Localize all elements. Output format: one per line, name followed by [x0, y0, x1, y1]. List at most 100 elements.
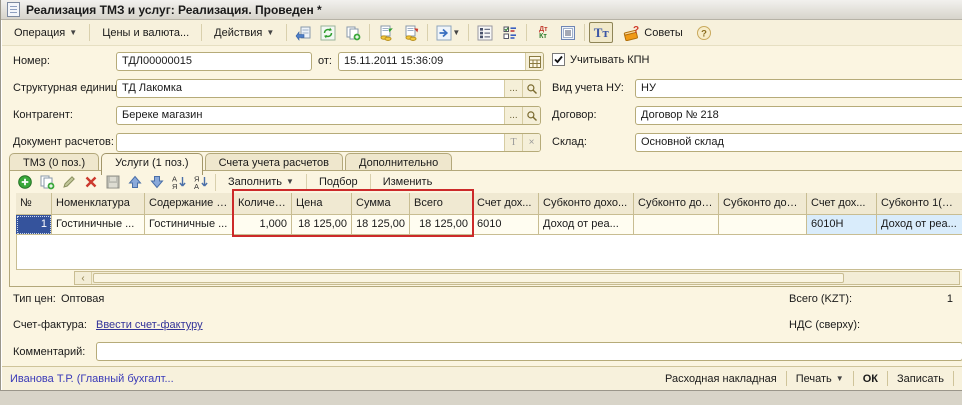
money-in-button[interactable]: [374, 22, 398, 43]
font-format-button[interactable]: Тт: [589, 22, 613, 43]
consignment-note-button[interactable]: Расходная накладная: [656, 373, 786, 385]
column-header[interactable]: Количес...: [234, 193, 292, 215]
column-header[interactable]: Сумма: [352, 193, 410, 215]
column-header[interactable]: Субконто 1(НУ): [877, 193, 962, 215]
edit-row-button[interactable]: [58, 173, 79, 191]
nu-kind-field[interactable]: НУ: [635, 79, 962, 98]
prices-currency-button[interactable]: Цены и валюта...: [94, 23, 197, 43]
help-button[interactable]: ?: [692, 22, 716, 43]
create-invoice-link[interactable]: Ввести счет-фактуру: [96, 319, 203, 331]
table-cell[interactable]: 18 125,00: [352, 215, 410, 235]
column-header[interactable]: Счет дох...: [473, 193, 539, 215]
table-cell[interactable]: [719, 215, 807, 235]
table-cell[interactable]: [634, 215, 719, 235]
contract-field[interactable]: Договор № 218: [635, 106, 962, 125]
column-header[interactable]: Субконто дохо...: [719, 193, 807, 215]
date-field[interactable]: 15.11.2011 15:36:09: [338, 52, 544, 71]
table-cell[interactable]: Гостиничные ...: [52, 215, 145, 235]
column-header[interactable]: Всего: [410, 193, 473, 215]
move-up-button[interactable]: [124, 173, 145, 191]
clear-button[interactable]: ×: [522, 134, 540, 151]
checkbox-list-icon: [502, 25, 518, 41]
table-cell[interactable]: Доход от реа...: [539, 215, 634, 235]
add-row-button[interactable]: [14, 173, 35, 191]
actions-button[interactable]: Действия▼: [206, 23, 282, 43]
column-header[interactable]: Субконто дохо...: [539, 193, 634, 215]
date-label: от:: [318, 55, 332, 67]
refresh-icon: [320, 25, 336, 41]
pick-label: Подбор: [319, 176, 358, 188]
table-cell[interactable]: 18 125,00: [410, 215, 473, 235]
counterparty-value: Береке магазин: [117, 107, 504, 124]
scrollbar-thumb[interactable]: [93, 273, 844, 283]
print-button[interactable]: Печать▼: [787, 373, 853, 385]
save-button[interactable]: Записать: [888, 373, 953, 385]
document-coins-in-icon: [378, 25, 394, 41]
change-button[interactable]: Изменить: [375, 172, 441, 192]
calendar-button[interactable]: [525, 53, 543, 70]
refresh-button[interactable]: [316, 22, 340, 43]
svg-text:А: А: [194, 182, 199, 190]
copy-button[interactable]: [341, 22, 365, 43]
goto-button[interactable]: ▼: [432, 22, 464, 43]
table-cell[interactable]: 1,000: [234, 215, 292, 235]
table-cell[interactable]: 6010: [473, 215, 539, 235]
comment-field[interactable]: [96, 342, 962, 361]
table-cell[interactable]: 18 125,00: [292, 215, 352, 235]
column-header[interactable]: Номенклатура: [52, 193, 145, 215]
column-header[interactable]: Субконто дохо...: [634, 193, 719, 215]
font-icon: Тт: [594, 25, 609, 41]
move-down-button[interactable]: [146, 173, 167, 191]
scroll-left-button[interactable]: ‹: [75, 272, 92, 284]
choose-button[interactable]: ...: [504, 80, 522, 97]
table-header-row: №НоменклатураСодержание у...Количес...Це…: [16, 193, 962, 215]
sort-descending-button[interactable]: ЯА: [190, 173, 211, 191]
table-row[interactable]: 1Гостиничные ...Гостиничные ...1,00018 1…: [16, 215, 962, 235]
column-header[interactable]: Счет дох...: [807, 193, 877, 215]
table-cell[interactable]: Гостиничные ...: [145, 215, 234, 235]
table-cell[interactable]: 6010Н: [807, 215, 877, 235]
number-field[interactable]: ТДЛ00000015: [116, 52, 312, 71]
fill-button[interactable]: Заполнить▼: [220, 172, 302, 192]
counterparty-field[interactable]: Береке магазин ...: [116, 106, 541, 125]
clear-icon: ×: [529, 137, 535, 148]
settings-list-button[interactable]: [498, 22, 522, 43]
structural-unit-field[interactable]: ТД Лакомка ...: [116, 79, 541, 98]
dtkt-button[interactable]: ДтКт: [531, 22, 555, 43]
advice-button[interactable]: ? Советы: [614, 23, 690, 43]
delete-row-button[interactable]: [80, 173, 101, 191]
open-button[interactable]: [522, 80, 540, 97]
open-button[interactable]: [522, 107, 540, 124]
operation-button[interactable]: Операция▼: [6, 23, 85, 43]
sort-ascending-button[interactable]: АЯ: [168, 173, 189, 191]
column-header[interactable]: Содержание у...: [145, 193, 234, 215]
disk-icon: [105, 174, 121, 190]
toolbar-separator: [370, 174, 371, 191]
post-document-icon: [295, 25, 311, 41]
choose-button[interactable]: ...: [504, 107, 522, 124]
end-edit-button[interactable]: [102, 173, 123, 191]
column-header[interactable]: №: [16, 193, 52, 215]
structure-button[interactable]: [473, 22, 497, 43]
horizontal-scrollbar[interactable]: ‹: [74, 271, 960, 285]
copy-row-button[interactable]: [36, 173, 57, 191]
pick-button[interactable]: Подбор: [311, 172, 366, 192]
responsible-user: Иванова Т.Р. (Главный бухгалт...: [10, 373, 174, 385]
text-edit-button[interactable]: T: [504, 134, 522, 151]
post-document-button[interactable]: [291, 22, 315, 43]
money-out-button[interactable]: [399, 22, 423, 43]
column-header[interactable]: Цена: [292, 193, 352, 215]
row-selector-cell[interactable]: 1: [16, 215, 52, 235]
tab-services[interactable]: Услуги (1 поз.): [101, 153, 202, 175]
comment-value: [97, 343, 962, 360]
arrow-up-icon: [127, 174, 143, 190]
warehouse-field[interactable]: Основной склад: [635, 133, 962, 152]
journal-button[interactable]: [556, 22, 580, 43]
warehouse-value: Основной склад: [636, 134, 962, 151]
comment-label: Комментарий:: [13, 346, 85, 358]
settlement-doc-field[interactable]: T ×: [116, 133, 541, 152]
ok-button[interactable]: ОК: [854, 373, 887, 385]
table-cell[interactable]: Доход от реа...: [877, 215, 962, 235]
scroll-left-icon: ‹: [81, 273, 84, 284]
kpn-checkbox[interactable]: Учитывать КПН: [552, 53, 650, 66]
